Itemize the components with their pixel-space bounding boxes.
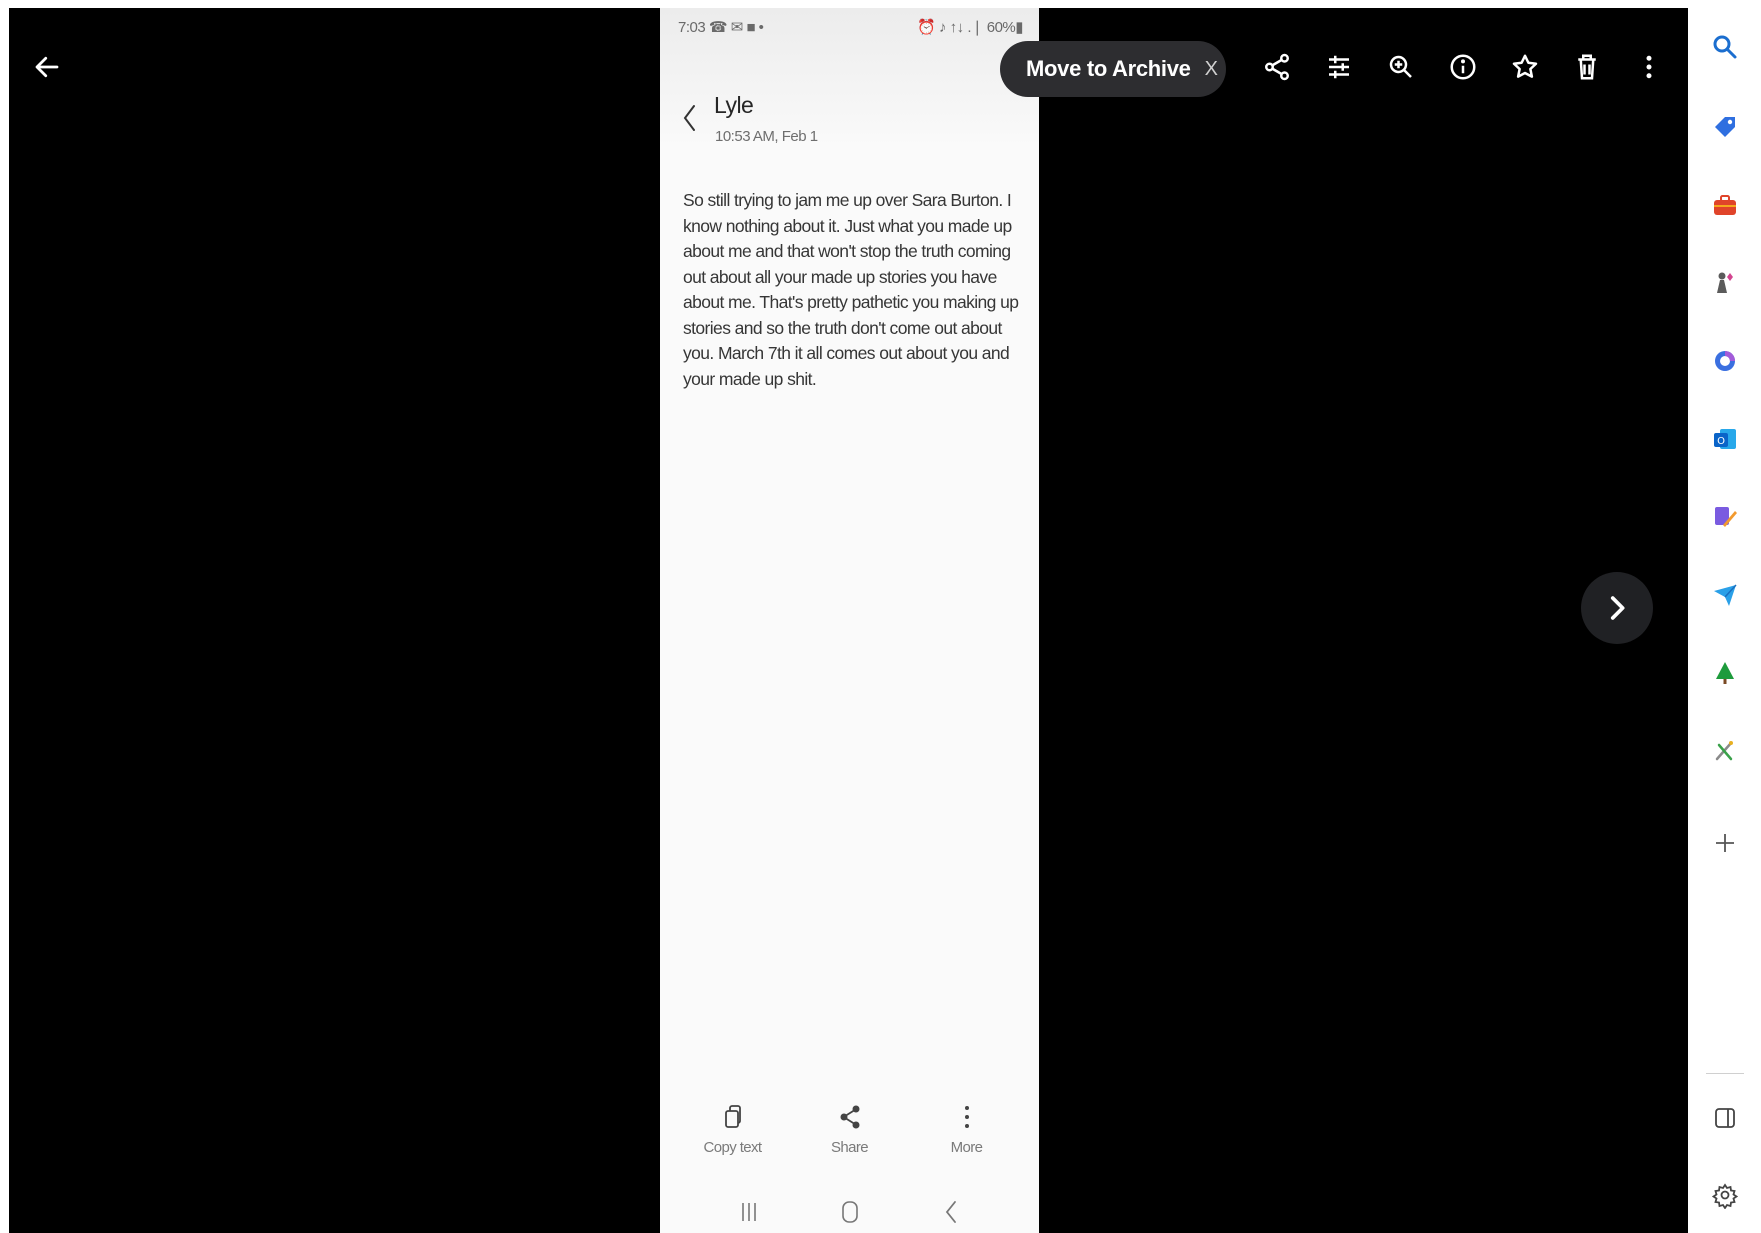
- arrow-left-icon: [35, 56, 59, 78]
- edit-sliders-icon: [1329, 55, 1349, 79]
- back-nav-button[interactable]: [929, 1198, 973, 1226]
- sidebar-tool[interactable]: [1708, 734, 1742, 768]
- search-icon: [1713, 35, 1737, 59]
- sidebar-shopping[interactable]: [1708, 110, 1742, 144]
- close-toast-button[interactable]: X: [1205, 58, 1218, 81]
- sidebar-outlook[interactable]: O: [1708, 422, 1742, 456]
- delete-button[interactable]: [1556, 44, 1618, 90]
- share-icon: [840, 1105, 859, 1129]
- more-options-button[interactable]: [1618, 44, 1680, 90]
- copy-text-button[interactable]: Copy text: [688, 1103, 778, 1156]
- share-label: Share: [830, 1139, 869, 1156]
- archive-toast[interactable]: Move to Archive X: [1000, 41, 1226, 97]
- outlook-icon: O: [1714, 429, 1736, 449]
- edit-button[interactable]: [1308, 44, 1370, 90]
- more-label: More: [950, 1139, 983, 1156]
- sidebar-tree[interactable]: [1708, 656, 1742, 690]
- zoom-in-icon: [1389, 55, 1412, 78]
- copilot-icon: [1715, 351, 1735, 371]
- home-nav-button[interactable]: [828, 1198, 872, 1226]
- sidebar-toggle[interactable]: [1708, 1101, 1742, 1135]
- sidebar-send[interactable]: [1708, 578, 1742, 612]
- games-icon: [1717, 272, 1733, 293]
- settings-icon: [1711, 1183, 1739, 1209]
- sidebar-settings[interactable]: [1708, 1178, 1742, 1212]
- designer-icon: [1715, 507, 1737, 527]
- chevron-left-icon: [945, 1201, 956, 1223]
- more-button[interactable]: More: [922, 1103, 1012, 1156]
- copy-icon: [724, 1105, 741, 1128]
- recents-nav-button[interactable]: [727, 1198, 771, 1226]
- info-button[interactable]: [1432, 44, 1494, 90]
- phone-action-bar: Copy text Share More: [660, 1103, 1039, 1156]
- star-icon: [1512, 54, 1538, 78]
- plus-icon: [1716, 834, 1734, 852]
- favorite-button[interactable]: [1494, 44, 1556, 90]
- more-vertical-icon: [1646, 55, 1652, 79]
- svg-text:O: O: [1717, 436, 1725, 447]
- share-button[interactable]: Share: [805, 1103, 895, 1156]
- status-right: ⏰ ♪ ↑↓ .❘ 60%▮: [917, 19, 1023, 36]
- trash-icon: [1578, 54, 1596, 80]
- contact-name: Lyle: [714, 92, 754, 118]
- send-icon: [1714, 584, 1737, 606]
- tool-icon: [1715, 741, 1733, 761]
- sidebar-tools[interactable]: [1708, 188, 1742, 222]
- window-top-edge: [0, 0, 1761, 8]
- message-time: 10:53 AM, Feb 1: [715, 128, 818, 145]
- sidebar-toggle-icon: [1715, 1108, 1735, 1128]
- status-left: 7:03 ☎ ✉ ■ •: [678, 19, 764, 36]
- phone-nav-bar: [660, 1198, 1039, 1226]
- archive-label: Move to Archive: [1026, 56, 1191, 81]
- phone-screenshot: 7:03 ☎ ✉ ■ • ⏰ ♪ ↑↓ .❘ 60%▮ Lyle 10:53 A…: [660, 8, 1039, 1233]
- more-vertical-icon: [964, 1106, 969, 1128]
- sidebar-search[interactable]: [1708, 30, 1742, 64]
- viewer-toolbar: [1246, 44, 1680, 90]
- phone-status-bar: 7:03 ☎ ✉ ■ • ⏰ ♪ ↑↓ .❘ 60%▮: [678, 18, 1023, 36]
- sidebar-copilot[interactable]: [1708, 344, 1742, 378]
- tree-icon: [1716, 662, 1734, 684]
- next-photo-button[interactable]: [1581, 572, 1653, 644]
- browser-sidebar: O: [1688, 0, 1761, 1233]
- home-icon: [841, 1201, 858, 1223]
- zoom-button[interactable]: [1370, 44, 1432, 90]
- briefcase-icon: [1714, 195, 1736, 215]
- sidebar-designer[interactable]: [1708, 500, 1742, 534]
- share-icon: [1265, 53, 1289, 81]
- message-body: So still trying to jam me up over Sara B…: [683, 190, 1019, 389]
- share-button[interactable]: [1246, 44, 1308, 90]
- chevron-left-icon[interactable]: [680, 100, 700, 136]
- sidebar-games[interactable]: [1708, 266, 1742, 300]
- chevron-right-icon: [1610, 596, 1625, 620]
- tag-icon: [1715, 117, 1735, 137]
- recents-icon: [741, 1203, 756, 1221]
- copy-text-label: Copy text: [703, 1139, 763, 1156]
- sidebar-divider: [1706, 1073, 1744, 1074]
- info-icon: [1450, 54, 1476, 80]
- sidebar-add[interactable]: [1708, 826, 1742, 860]
- back-button[interactable]: [24, 44, 70, 90]
